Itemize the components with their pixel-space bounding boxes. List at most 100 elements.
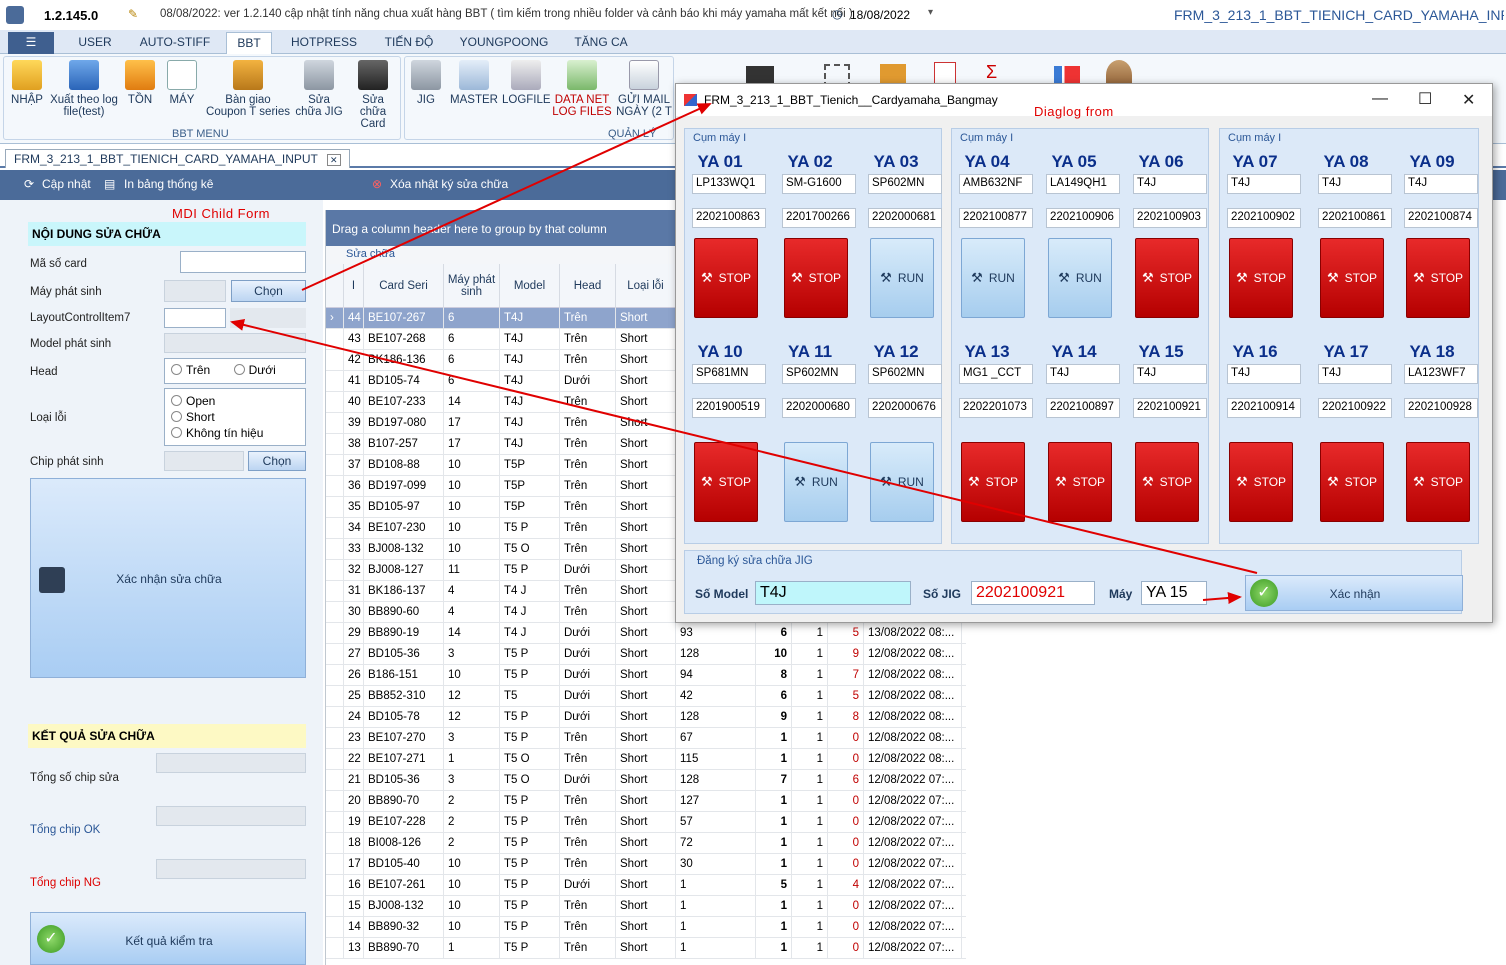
table-row[interactable]: 15 BJ008-132 10 T5 P Trên Short 1 1 1 0 12/08/2022… bbox=[326, 896, 966, 917]
app-menu-button[interactable]: ☰ bbox=[8, 32, 54, 54]
cell-model: T5 P bbox=[500, 833, 560, 854]
col-header-may-phat-sinh[interactable]: Máy phát sinh bbox=[444, 264, 500, 308]
ribbon-master-button[interactable]: MASTER bbox=[450, 58, 498, 106]
table-row[interactable]: 18 BI008-126 2 T5 P Trên Short 72 1 1 0 12/08/2022… bbox=[326, 833, 966, 854]
close-icon[interactable]: ✕ bbox=[327, 154, 341, 166]
tab-tang-ca[interactable]: TĂNG CA bbox=[566, 32, 636, 54]
cell-extra-4: 0 bbox=[828, 791, 864, 812]
may-phat-sinh-input[interactable] bbox=[164, 280, 226, 302]
ribbon-sua-jig-button[interactable]: Sửa chữa JIG bbox=[294, 58, 344, 118]
update-button[interactable]: Cập nhật bbox=[42, 177, 91, 191]
ribbon-may-button[interactable]: MÁY bbox=[164, 58, 200, 106]
ma-so-card-input[interactable] bbox=[180, 251, 306, 273]
machine-stop-button[interactable]: ⚒ STOP bbox=[1229, 442, 1293, 522]
minimize-icon[interactable]: — bbox=[1372, 90, 1388, 108]
machine-stop-button[interactable]: ⚒ STOP bbox=[1406, 238, 1470, 318]
model-phat-sinh-input[interactable] bbox=[164, 333, 306, 353]
ribbon-logfile-button[interactable]: LOGFILE bbox=[502, 58, 551, 106]
tab-tien-do[interactable]: TIẾN ĐỘ bbox=[378, 32, 440, 54]
table-row[interactable]: 29 BB890-19 14 T4 J Dưới Short 93 6 1 5 13/08/2022… bbox=[326, 623, 966, 644]
tab-auto-stiff[interactable]: AUTO-STIFF bbox=[134, 32, 216, 54]
table-row[interactable]: 27 BD105-36 3 T5 P Dưới Short 128 10 1 9 12/08/202… bbox=[326, 644, 966, 665]
machine-run-button[interactable]: ⚒ RUN bbox=[1048, 238, 1112, 318]
close-icon[interactable]: ✕ bbox=[1462, 90, 1475, 110]
so-model-input[interactable]: T4J bbox=[755, 581, 911, 605]
layout-item-input[interactable] bbox=[164, 308, 226, 328]
dropdown-icon[interactable]: ▾ bbox=[928, 7, 933, 18]
machine-stop-button[interactable]: ⚒ STOP bbox=[694, 238, 758, 318]
delete-log-button[interactable]: Xóa nhật ký sửa chữa bbox=[390, 177, 508, 191]
tab-user[interactable]: USER bbox=[70, 32, 120, 54]
table-row[interactable]: 22 BE107-271 1 T5 O Trên Short 115 1 1 0 12/08/202… bbox=[326, 749, 966, 770]
tools-icon: ⚒ bbox=[967, 474, 980, 489]
table-row[interactable]: 21 BD105-36 3 T5 O Dưới Short 128 7 1 6 12/08/2022… bbox=[326, 770, 966, 791]
col-header-card-seri[interactable]: Card Seri bbox=[364, 264, 444, 308]
loai-loi-open-radio[interactable]: Open bbox=[171, 393, 299, 409]
col-header-model[interactable]: Model bbox=[500, 264, 560, 308]
chon-may-button[interactable]: Chọn bbox=[231, 280, 306, 302]
table-row[interactable]: 19 BE107-228 2 T5 P Trên Short 57 1 1 0 12/08/2022… bbox=[326, 812, 966, 833]
ribbon-ton-button[interactable]: TỒN bbox=[122, 58, 158, 106]
ribbon-nhap-button[interactable]: NHẬP bbox=[8, 58, 46, 106]
machine-stop-button[interactable]: ⚒ STOP bbox=[1320, 442, 1384, 522]
col-header-head[interactable]: Head bbox=[560, 264, 616, 308]
table-row[interactable]: 13 BB890-70 1 T5 P Trên Short 1 1 1 0 12/08/2022 0… bbox=[326, 938, 966, 959]
machine-run-button[interactable]: ⚒ RUN bbox=[784, 442, 848, 522]
table-row[interactable]: 14 BB890-32 10 T5 P Trên Short 1 1 1 0 12/08/2022 … bbox=[326, 917, 966, 938]
ribbon-datanet-button[interactable]: DATA NET LOG FILES bbox=[552, 58, 612, 118]
document-tab[interactable]: FRM_3_213_1_BBT_TIENICH_CARD_YAMAHA_INPU… bbox=[5, 149, 350, 168]
machine-stop-button[interactable]: ⚒ STOP bbox=[1406, 442, 1470, 522]
cell-extra-1: 72 bbox=[676, 833, 756, 854]
cell-card-seri: B107-257 bbox=[364, 434, 444, 455]
table-row[interactable]: 17 BD105-40 10 T5 P Trên Short 30 1 1 0 12/08/2022… bbox=[326, 854, 966, 875]
print-button[interactable]: In bảng thống kê bbox=[124, 177, 213, 191]
table-row[interactable]: 24 BD105-78 12 T5 P Dưới Short 128 9 1 8 12/08/202… bbox=[326, 707, 966, 728]
machine-stop-button[interactable]: ⚒ STOP bbox=[961, 442, 1025, 522]
machine-run-button[interactable]: ⚒ RUN bbox=[961, 238, 1025, 318]
machine-stop-button[interactable]: ⚒ STOP bbox=[1135, 442, 1199, 522]
tab-bbt[interactable]: BBT bbox=[226, 32, 272, 54]
table-row[interactable]: 23 BE107-270 3 T5 P Trên Short 67 1 1 0 12/08/2022… bbox=[326, 728, 966, 749]
loai-loi-short-radio[interactable]: Short bbox=[171, 409, 299, 425]
ribbon-mail-button[interactable]: GỬI MAIL NGÀY (2 T bbox=[616, 58, 672, 118]
loai-loi-no-signal-radio[interactable]: Không tín hiệu bbox=[171, 425, 299, 441]
machine-board-dialog: FRM_3_213_1_BBT_Tienich__Cardyamaha_Bang… bbox=[675, 83, 1493, 623]
cell-model: T5P bbox=[500, 455, 560, 476]
machine-stop-button[interactable]: ⚒ STOP bbox=[694, 442, 758, 522]
ribbon-sua-card-button[interactable]: Sửa chữa Card bbox=[348, 58, 398, 130]
machine-jig: 2202100877 bbox=[959, 208, 1033, 228]
col-header-id[interactable]: I bbox=[344, 264, 364, 308]
ribbon-export-button[interactable]: Xuất theo log file(test) bbox=[50, 58, 118, 118]
maximize-icon[interactable]: ☐ bbox=[1418, 89, 1432, 109]
dialog-confirm-button[interactable]: ✓ Xác nhận bbox=[1245, 575, 1463, 611]
table-row[interactable]: 16 BE107-261 10 T5 P Dưới Short 1 5 1 4 12/08/2022… bbox=[326, 875, 966, 896]
ribbon-coupon-button[interactable]: Bàn giao Coupon T series bbox=[204, 58, 292, 118]
chon-chip-button[interactable]: Chọn bbox=[248, 451, 306, 471]
tab-youngpoong[interactable]: YOUNGPOONG bbox=[454, 32, 554, 54]
head-duoi-radio[interactable]: Dưới bbox=[233, 363, 276, 377]
machine-jig: 2201700266 bbox=[782, 208, 856, 228]
cell-may: 3 bbox=[444, 644, 500, 665]
head-tren-radio[interactable]: Trên bbox=[171, 363, 210, 377]
machine-run-button[interactable]: ⚒ RUN bbox=[870, 442, 934, 522]
cell-head: Dưới bbox=[560, 875, 616, 896]
may-input[interactable]: YA 15 bbox=[1141, 581, 1207, 605]
chip-phat-sinh-input[interactable] bbox=[164, 451, 244, 471]
ribbon-jig-button[interactable]: JIG bbox=[408, 58, 444, 106]
confirm-repair-button[interactable]: Xác nhận sửa chữa bbox=[30, 478, 306, 678]
machine-stop-button[interactable]: ⚒ STOP bbox=[1320, 238, 1384, 318]
col-header-loai-loi[interactable]: Loại lỗi bbox=[616, 264, 676, 308]
check-result-button[interactable]: ✓ Kết quả kiểm tra bbox=[30, 912, 306, 965]
table-row[interactable]: 25 BB852-310 12 T5 Dưới Short 42 6 1 5 12/08/2022 … bbox=[326, 686, 966, 707]
cell-id: 39 bbox=[344, 413, 364, 434]
machine-stop-button[interactable]: ⚒ STOP bbox=[1135, 238, 1199, 318]
version-note: 08/08/2022: ver 1.2.140 cập nhật tính nă… bbox=[160, 8, 853, 20]
machine-stop-button[interactable]: ⚒ STOP bbox=[1048, 442, 1112, 522]
table-row[interactable]: 26 B186-151 10 T5 P Dưới Short 94 8 1 7 12/08/2022… bbox=[326, 665, 966, 686]
table-row[interactable]: 20 BB890-70 2 T5 P Trên Short 127 1 1 0 12/08/2022… bbox=[326, 791, 966, 812]
tab-hotpress[interactable]: HOTPRESS bbox=[284, 32, 364, 54]
so-jig-input[interactable]: 2202100921 bbox=[971, 581, 1095, 605]
machine-stop-button[interactable]: ⚒ STOP bbox=[784, 238, 848, 318]
machine-run-button[interactable]: ⚒ RUN bbox=[870, 238, 934, 318]
machine-stop-button[interactable]: ⚒ STOP bbox=[1229, 238, 1293, 318]
